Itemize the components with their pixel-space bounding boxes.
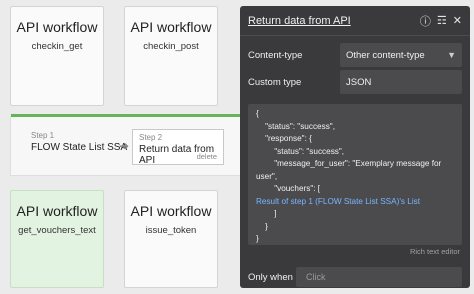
arrow-icon: ➔ (119, 139, 130, 153)
code-line: "status": "success", (256, 121, 335, 131)
step-2-number: Step 2 (139, 133, 163, 142)
return-data-panel: Return data from API ⓘ ☶ ✕ Content-type … (240, 6, 470, 288)
panel-header: Return data from API ⓘ ☶ ✕ (240, 6, 470, 36)
code-line: user", (256, 171, 278, 181)
only-when-label: Only when (248, 271, 293, 283)
info-icon[interactable]: ⓘ (420, 13, 431, 29)
card-subtitle: checkin_post (143, 41, 199, 52)
content-type-dropdown[interactable]: Other content-type ▼ (340, 43, 462, 67)
api-workflow-card-checkin-get[interactable]: API workflow checkin_get (10, 6, 104, 106)
code-line: } (256, 234, 259, 243)
workflow-accent-line (11, 114, 251, 117)
api-workflow-card-get-vouchers-text[interactable]: API workflow get_vouchers_text (10, 190, 104, 288)
step-1[interactable]: Step 1 FLOW State List SSA (31, 131, 127, 153)
content-type-row: Content-type Other content-type ▼ (248, 42, 462, 68)
content-type-value: Other content-type (346, 49, 425, 61)
code-line: } (256, 221, 268, 231)
only-when-input[interactable]: Click (296, 267, 462, 287)
panel-title[interactable]: Return data from API (248, 15, 414, 27)
workflow-steps-bar: Step 1 FLOW State List SSA ➔ Step 2 Retu… (10, 114, 251, 176)
dynamic-expression[interactable]: Result of step 1 (FLOW State List SSA)'s… (256, 196, 454, 209)
card-subtitle: get_vouchers_text (18, 225, 96, 236)
step-1-number: Step 1 (31, 131, 55, 140)
card-subtitle: issue_token (145, 225, 197, 236)
card-title: API workflow (130, 203, 212, 219)
api-workflow-card-issue-token[interactable]: API workflow issue_token (124, 190, 218, 288)
custom-type-row: Custom type JSON (248, 69, 462, 95)
code-line: "response": { (256, 134, 312, 143)
card-title: API workflow (16, 19, 98, 35)
close-icon[interactable]: ✕ (453, 14, 462, 27)
card-title: API workflow (130, 19, 212, 35)
rich-text-editor-link[interactable]: Rich text editor (410, 247, 460, 256)
only-when-row: Only when Click (248, 266, 462, 288)
api-workflow-card-checkin-post[interactable]: API workflow checkin_post (124, 6, 218, 106)
response-body-editor[interactable]: { "status": "success", "response": { "st… (248, 104, 462, 245)
card-subtitle: checkin_get (31, 41, 83, 52)
step-1-title: FLOW State List SSA (31, 142, 128, 153)
notes-icon[interactable]: ☶ (437, 14, 447, 27)
custom-type-input[interactable]: JSON (340, 70, 462, 94)
step-2-delete-link[interactable]: delete (197, 152, 217, 161)
step-2[interactable]: Step 2 Return data from API delete (132, 129, 224, 166)
code-line: { (256, 109, 259, 118)
code-line: "vouchers": [ (256, 184, 321, 193)
code-line: "message_for_user": "Exemplary message f… (256, 159, 442, 168)
content-type-label: Content-type (248, 49, 303, 61)
chevron-down-icon: ▼ (447, 50, 456, 60)
code-line: ] (256, 209, 277, 218)
custom-type-label: Custom type (248, 76, 302, 88)
code-line: "status": "success", (256, 146, 345, 156)
card-title: API workflow (16, 203, 98, 219)
